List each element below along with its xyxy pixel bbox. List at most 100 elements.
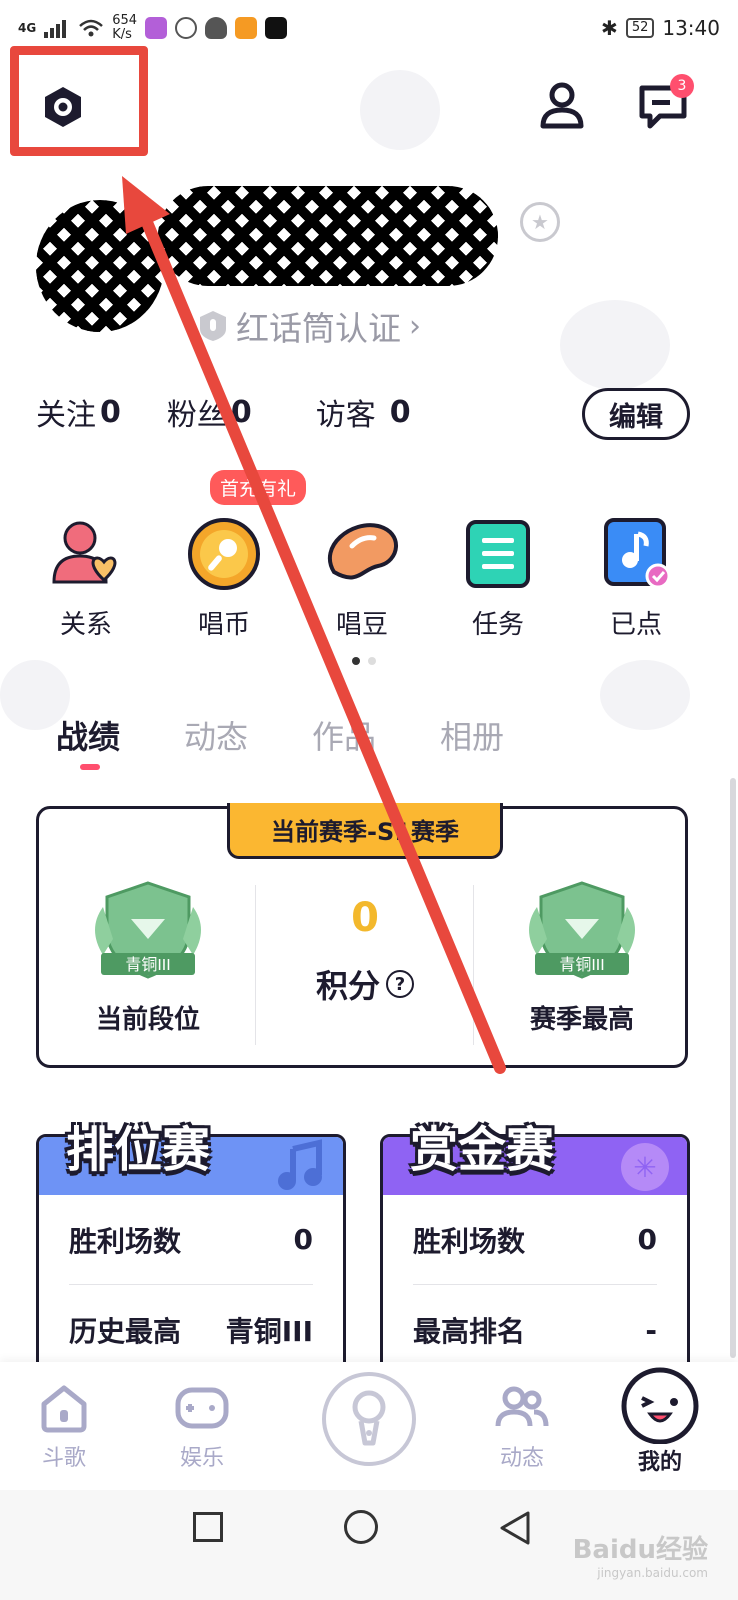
ranked-best-value: 青铜III <box>225 1315 313 1348</box>
tab-record[interactable]: 战绩 <box>56 712 120 770</box>
network-label: 4G <box>18 21 37 35</box>
season-best-badge-text: 青铜III <box>559 956 604 974</box>
gamepad-icon <box>175 1387 229 1429</box>
nav-mine[interactable]: 我的 <box>610 1366 710 1476</box>
help-icon[interactable]: ? <box>386 970 414 998</box>
ranked-best-row: 历史最高 青铜III <box>69 1285 313 1371</box>
bounty-wins-value: 0 <box>637 1223 657 1256</box>
season-best-label: 赛季最高 <box>529 1005 634 1035</box>
bounty-wins-label: 胜利场数 <box>413 1224 526 1258</box>
star-badge-icon: ★ <box>520 202 560 242</box>
verify-link[interactable]: 红话筒认证 › <box>198 302 421 350</box>
follow-stat[interactable]: 关注 0 <box>36 390 121 434</box>
follow-count: 0 <box>100 394 121 430</box>
quick-sing-coin[interactable]: 唱币 <box>164 516 284 641</box>
score-label: 积分 <box>315 967 380 1005</box>
visitor-stat[interactable]: 访客 0 <box>316 390 411 434</box>
profile-button[interactable] <box>538 80 586 134</box>
ranked-wins-value: 0 <box>293 1223 313 1256</box>
bounty-wins-row: 胜利场数 0 <box>413 1195 657 1285</box>
fans-label: 粉丝 <box>166 398 227 433</box>
current-rank-badge-text: 青铜III <box>125 956 170 974</box>
music-note-icon <box>278 1139 322 1190</box>
quick-relation[interactable]: 关系 <box>26 516 146 641</box>
current-rank[interactable]: 青铜III 当前段位 <box>39 879 257 1036</box>
avatar[interactable] <box>36 200 164 332</box>
bottom-nav: 斗歌 娱乐 动态 我的 <box>0 1362 738 1490</box>
clock: 13:40 <box>662 16 720 40</box>
follow-label: 关注 <box>36 398 96 433</box>
season-tag: 当前赛季-S1赛季 <box>227 803 503 859</box>
message-button[interactable]: 3 <box>638 74 694 134</box>
score-block: 0 积分 ? <box>256 879 474 1007</box>
net-speed: 654 K/s <box>112 13 138 42</box>
home-button[interactable] <box>344 1510 378 1544</box>
back-button[interactable] <box>498 1510 532 1546</box>
page-indicator <box>352 657 376 665</box>
quick-label: 关系 <box>59 610 112 640</box>
quick-ordered[interactable]: 已点 <box>576 516 696 641</box>
tab-works[interactable]: 作品 <box>312 712 376 758</box>
annotation-highlight-box <box>10 46 148 156</box>
wifi-icon <box>79 19 104 37</box>
fans-count: 0 <box>230 394 252 430</box>
microphone-icon <box>352 1390 386 1446</box>
quick-label: 唱豆 <box>335 610 388 640</box>
compass-app-icon <box>175 17 198 39</box>
sing-coin-icon <box>188 518 260 590</box>
score-value: 0 <box>351 895 379 941</box>
redacted-username <box>158 186 498 286</box>
nav-entertainment[interactable]: 娱乐 <box>152 1382 252 1472</box>
nav-moments[interactable]: 动态 <box>472 1382 572 1472</box>
nav-label: 斗歌 <box>41 1446 86 1471</box>
season-best[interactable]: 青铜III 赛季最高 <box>473 879 691 1036</box>
profile-icon <box>540 82 584 129</box>
season-card: 当前赛季-S1赛季 青铜III 当前段位 0 积分 ? 青铜III 赛季最高 <box>36 803 691 1068</box>
edit-profile-button[interactable]: 编辑 <box>582 388 690 440</box>
recent-apps-button[interactable] <box>193 1512 223 1542</box>
nav-label: 我的 <box>637 1450 682 1475</box>
bronze-shield-icon: 青铜III <box>95 881 201 979</box>
ranked-wins-row: 胜利场数 0 <box>69 1195 313 1285</box>
nav-label: 动态 <box>499 1446 544 1471</box>
anime-app-icon <box>145 17 168 39</box>
battery-indicator: 52 <box>625 18 655 38</box>
fans-stat[interactable]: 粉丝 0 <box>167 390 252 434</box>
visitor-count: 0 <box>389 394 411 430</box>
svg-text:✳: ✳ <box>633 1151 656 1184</box>
video-app-icon <box>235 17 258 39</box>
system-navigation-bar: Baidu经验 jingyan.baidu.com <box>0 1490 738 1600</box>
quick-sing-bean[interactable]: 唱豆 <box>302 516 422 641</box>
relation-icon <box>52 521 117 584</box>
score-label-row: 积分 ? <box>316 961 414 1007</box>
bounty-best-row: 最高排名 - <box>413 1285 657 1371</box>
tab-album[interactable]: 相册 <box>440 712 504 758</box>
people-icon <box>495 1386 549 1427</box>
tab-moments[interactable]: 动态 <box>184 712 248 758</box>
home-icon <box>41 1385 87 1433</box>
quick-task[interactable]: 任务 <box>438 516 558 641</box>
bounty-best-label: 最高排名 <box>413 1315 526 1348</box>
bounty-best-value: - <box>645 1313 657 1347</box>
microphone-badge-icon <box>200 311 226 341</box>
mascot-face-icon <box>621 1367 699 1444</box>
quick-label: 唱币 <box>197 610 250 640</box>
ranked-best-label: 历史最高 <box>69 1315 182 1348</box>
quick-label: 任务 <box>471 610 524 640</box>
scrollbar[interactable] <box>730 778 736 1358</box>
nav-douge[interactable]: 斗歌 <box>14 1382 114 1472</box>
signal-icon <box>44 20 67 38</box>
bluetooth-icon: ✱ <box>601 16 618 40</box>
message-badge: 3 <box>670 74 694 98</box>
ranked-title: 排位赛 <box>66 1122 211 1178</box>
bronze-shield-icon: 青铜III <box>529 881 635 979</box>
bounty-title: 赏金赛 <box>410 1122 555 1178</box>
current-rank-label: 当前段位 <box>95 1005 200 1035</box>
sing-bean-icon <box>327 523 398 580</box>
visitor-label: 访客 <box>315 398 376 433</box>
task-icon <box>466 520 530 588</box>
bounty-coin-icon: ✳ <box>621 1143 669 1191</box>
tiktok-app-icon <box>265 17 288 39</box>
chevron-right-icon: › <box>409 308 421 344</box>
sing-center-button[interactable] <box>322 1372 416 1466</box>
